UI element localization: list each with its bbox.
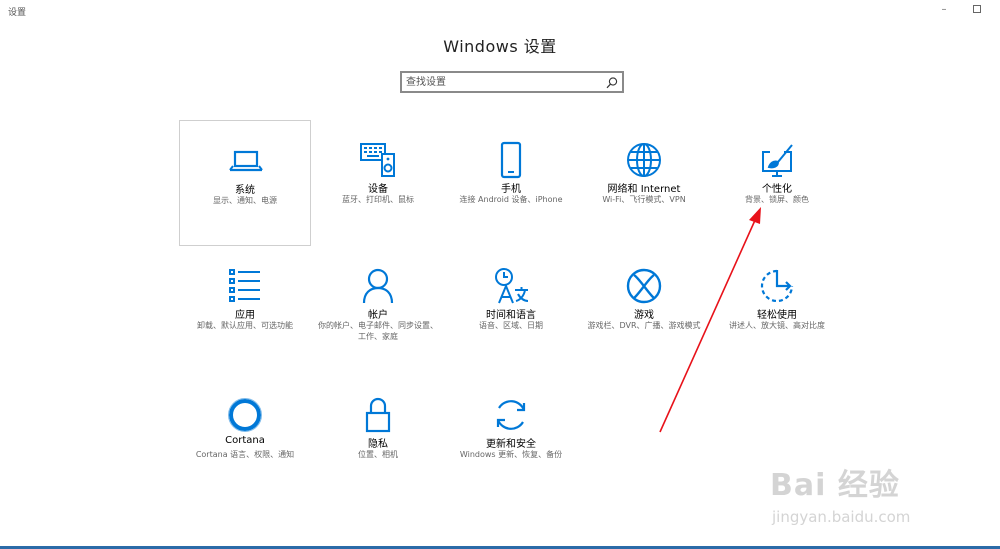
tile-desc: Windows 更新、恢复、备份 xyxy=(459,450,563,459)
tile-phone[interactable]: 手机 连接 Android 设备、iPhone xyxy=(445,120,577,246)
lock-icon xyxy=(358,395,398,435)
page-title: Windows 设置 xyxy=(443,37,557,56)
tile-name: 手机 xyxy=(501,184,521,195)
maximize-icon xyxy=(973,5,981,13)
laptop-icon xyxy=(226,141,266,181)
tile-desc: 你的帐户、电子邮件、同步设置、工作、家庭 xyxy=(318,321,438,341)
minimize-button[interactable]: – xyxy=(935,3,953,17)
tile-name: 轻松使用 xyxy=(757,310,797,321)
xbox-icon xyxy=(624,266,664,306)
tile-desc: 卸载、默认应用、可选功能 xyxy=(197,321,293,330)
tile-devices[interactable]: 设备 蓝牙、打印机、鼠标 xyxy=(312,120,444,246)
tile-desc: 背景、锁屏、颜色 xyxy=(745,195,809,204)
cortana-icon xyxy=(225,395,265,435)
tile-desc: 位置、相机 xyxy=(358,450,398,459)
tile-name: 更新和安全 xyxy=(486,439,536,450)
tile-name: 设备 xyxy=(368,184,388,195)
tile-name: 时间和语言 xyxy=(486,310,536,321)
tile-system[interactable]: 系统 显示、通知、电源 xyxy=(179,120,311,246)
tile-gaming[interactable]: 游戏 游戏栏、DVR、广播、游戏模式 xyxy=(578,246,710,372)
tile-desc: 讲述人、放大镜、高对比度 xyxy=(729,321,825,330)
search-box[interactable] xyxy=(400,71,624,93)
tile-update-security[interactable]: 更新和安全 Windows 更新、恢复、备份 xyxy=(445,375,577,501)
tile-desc: 语音、区域、日期 xyxy=(479,321,543,330)
tile-privacy[interactable]: 隐私 位置、相机 xyxy=(312,375,444,501)
devices-icon xyxy=(358,140,398,180)
tile-desc: Cortana 语言、权限、通知 xyxy=(195,450,295,459)
search-icon[interactable] xyxy=(605,75,619,89)
search-input[interactable] xyxy=(406,74,596,90)
tile-desc: 游戏栏、DVR、广播、游戏模式 xyxy=(587,321,701,330)
time-language-icon xyxy=(491,266,531,306)
tile-desc: 显示、通知、电源 xyxy=(213,196,277,205)
maximize-button[interactable] xyxy=(968,3,986,17)
tile-name: 个性化 xyxy=(762,184,792,195)
minimize-icon: – xyxy=(941,4,947,15)
tile-personalization[interactable]: 个性化 背景、锁屏、颜色 xyxy=(711,120,843,246)
tile-apps[interactable]: 应用 卸载、默认应用、可选功能 xyxy=(179,246,311,372)
tile-desc: 蓝牙、打印机、鼠标 xyxy=(342,195,414,204)
globe-icon xyxy=(624,140,664,180)
tile-desc: 连接 Android 设备、iPhone xyxy=(459,195,563,204)
tile-cortana[interactable]: Cortana Cortana 语言、权限、通知 xyxy=(179,375,311,501)
person-icon xyxy=(358,266,398,306)
phone-icon xyxy=(491,140,531,180)
tile-name: 应用 xyxy=(235,310,255,321)
tile-name: Cortana xyxy=(225,435,265,446)
baidu-watermark: Bai 经验 jingyan.baidu.com xyxy=(770,440,950,530)
tile-time-language[interactable]: 时间和语言 语音、区域、日期 xyxy=(445,246,577,372)
tile-accounts[interactable]: 帐户 你的帐户、电子邮件、同步设置、工作、家庭 xyxy=(312,246,444,372)
tile-name: 系统 xyxy=(235,185,255,196)
sync-icon xyxy=(491,395,531,435)
watermark-logo: Bai 经验 xyxy=(770,468,900,503)
tile-desc: Wi-Fi、飞行模式、VPN xyxy=(602,195,686,204)
ease-of-access-icon xyxy=(757,266,797,306)
app-title: 设置 xyxy=(8,8,27,18)
tile-name: 游戏 xyxy=(634,310,654,321)
paint-icon xyxy=(757,140,797,180)
watermark-url: jingyan.baidu.com xyxy=(772,508,911,526)
apps-list-icon xyxy=(225,266,265,306)
tile-name: 隐私 xyxy=(368,439,388,450)
tile-ease-of-access[interactable]: 轻松使用 讲述人、放大镜、高对比度 xyxy=(711,246,843,372)
tile-name: 帐户 xyxy=(368,310,388,321)
tile-network[interactable]: 网络和 Internet Wi-Fi、飞行模式、VPN xyxy=(578,120,710,246)
title-bar: 设置 – xyxy=(0,0,1000,22)
tile-name: 网络和 Internet xyxy=(607,184,681,195)
